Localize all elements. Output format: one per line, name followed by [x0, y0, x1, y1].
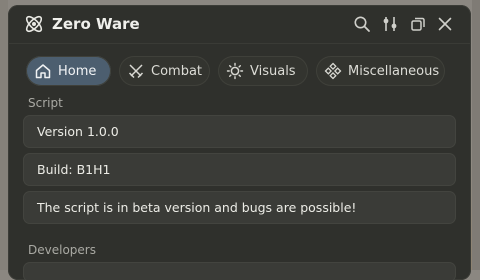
restore-icon[interactable]: [409, 15, 427, 33]
info-card-version: Version 1.0.0: [23, 115, 456, 148]
card-text: Build: B1H1: [37, 162, 111, 177]
sliders-icon[interactable]: [381, 15, 399, 33]
tab-combat[interactable]: Combat: [119, 56, 210, 86]
title-bar[interactable]: Zero Ware: [8, 5, 471, 43]
swords-icon: [128, 64, 144, 79]
diamond-grid-icon: [324, 62, 342, 80]
sun-icon: [226, 62, 244, 80]
info-card-build: Build: B1H1: [23, 153, 456, 186]
card-text: Version 1.0.0: [37, 124, 119, 139]
atom-logo-icon: [25, 15, 43, 33]
tab-miscellaneous[interactable]: Miscellaneous: [316, 56, 445, 86]
tab-label: Miscellaneous: [348, 63, 440, 79]
tab-label: Visuals: [250, 63, 296, 79]
title-divider: [8, 43, 471, 44]
tab-label: Home: [58, 63, 97, 79]
background-wall: [472, 0, 480, 270]
close-icon[interactable]: [436, 15, 454, 33]
tab-visuals[interactable]: Visuals: [218, 56, 308, 86]
tab-home[interactable]: Home: [26, 56, 111, 86]
app-window: Zero Ware Home Combat Visuals Miscellane…: [8, 5, 471, 280]
section-label-developers: Developers: [28, 243, 96, 257]
section-label-script: Script: [28, 96, 63, 110]
background-wall: [0, 0, 8, 270]
card-text: The script is in beta version and bugs a…: [37, 200, 357, 215]
search-icon[interactable]: [353, 15, 371, 33]
developer-card: [23, 262, 456, 280]
home-icon: [35, 64, 51, 79]
info-card-beta-notice: The script is in beta version and bugs a…: [23, 191, 456, 224]
tab-label: Combat: [151, 63, 203, 79]
app-title: Zero Ware: [52, 15, 140, 33]
